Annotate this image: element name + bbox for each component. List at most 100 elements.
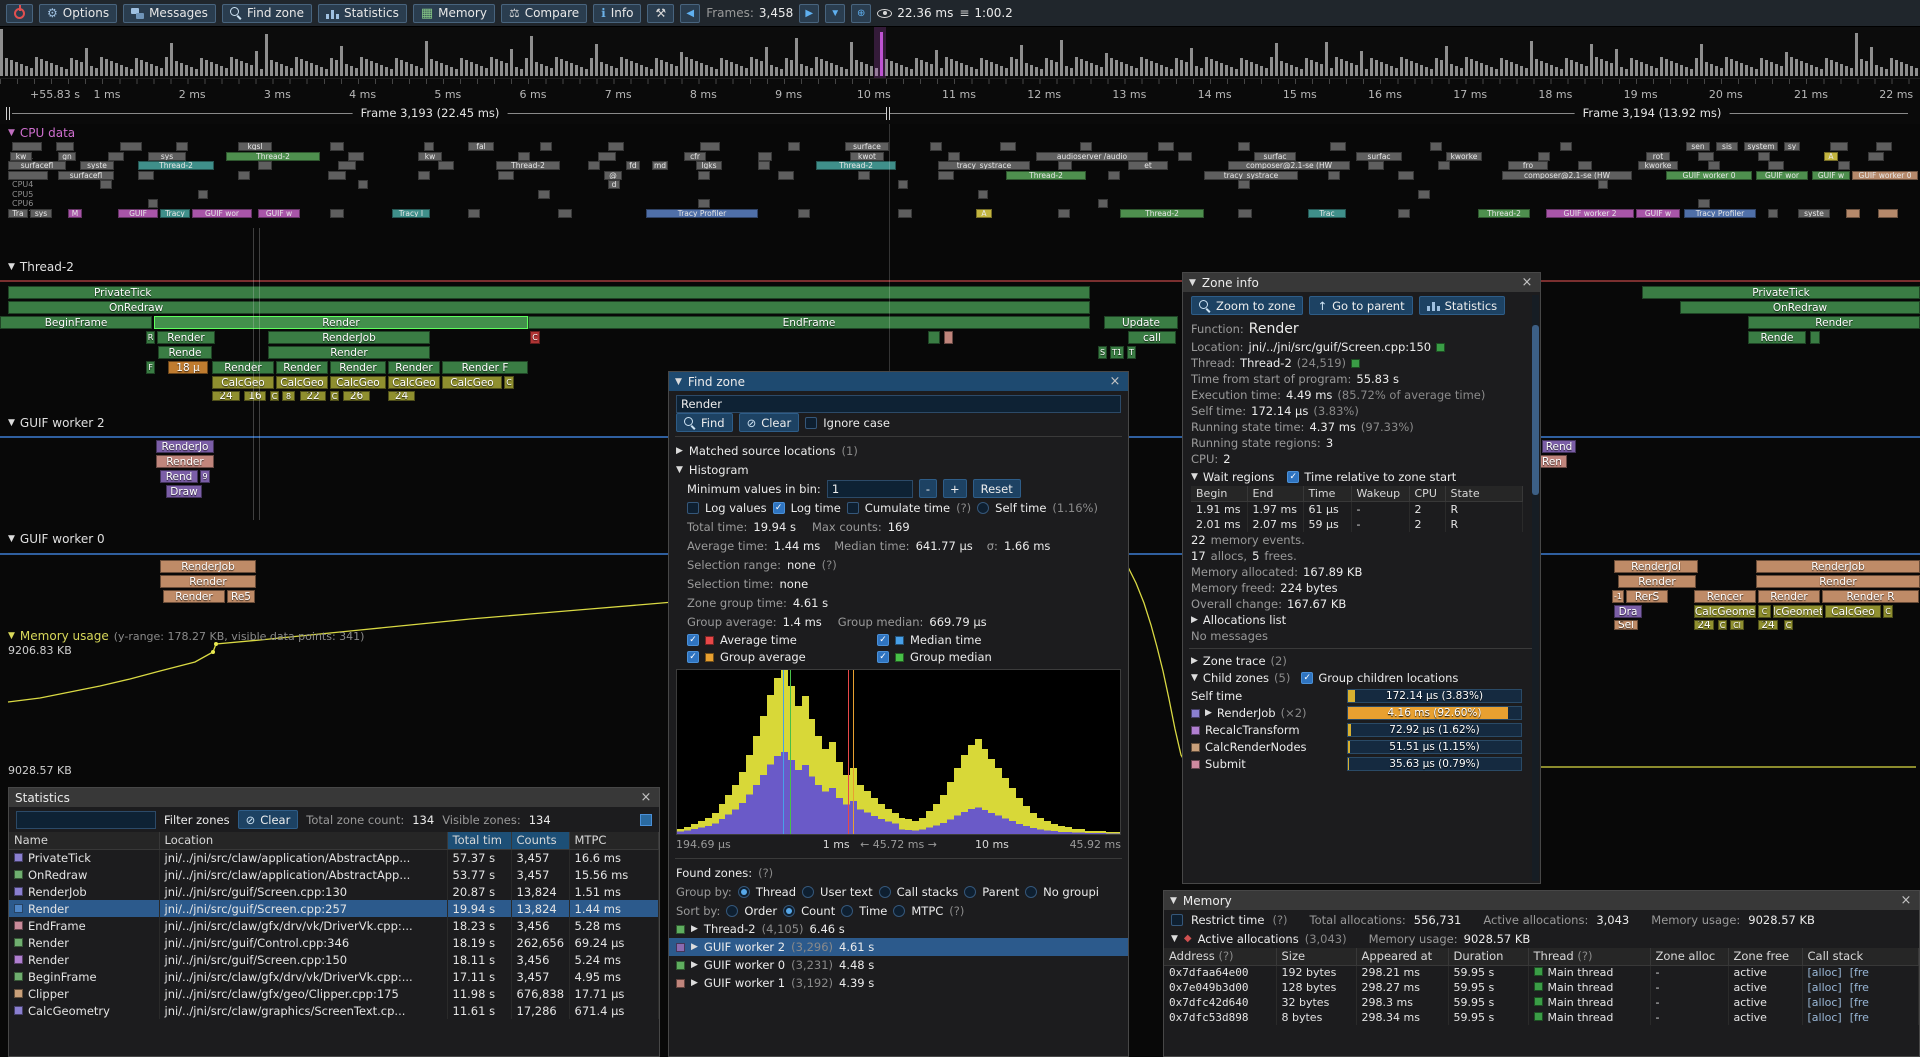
close-icon[interactable]: ×	[639, 790, 653, 805]
timeline-zone[interactable]: Render F	[442, 361, 528, 374]
cpu-zone[interactable]	[1238, 209, 1252, 218]
limit-to-view-checkbox[interactable]	[640, 814, 652, 826]
timeline-zone[interactable]: Update	[1104, 316, 1178, 329]
timeline-zone[interactable]: Render	[1618, 575, 1696, 588]
timeline-zone[interactable]: 18 µ	[168, 361, 208, 374]
expand-icon[interactable]: ▶	[691, 960, 698, 970]
timeline-zone[interactable]	[928, 331, 940, 344]
cpu-zone[interactable]	[608, 142, 624, 151]
cpu-zone[interactable]: M	[68, 209, 82, 218]
cpu-zone[interactable]	[1108, 171, 1120, 180]
child-zone-row[interactable]: Submit35.63 µs (0.79%)	[1183, 756, 1540, 773]
timeline-zone[interactable]: S	[1098, 346, 1107, 359]
relative-time-checkbox[interactable]: ✓	[1287, 471, 1299, 483]
zone-group-row[interactable]: ▶GUIF worker 1(3,192)4.39 s	[669, 974, 1128, 992]
collapse-icon[interactable]: ▼	[1191, 472, 1198, 482]
cpu-zone[interactable]: surfac	[1254, 152, 1296, 161]
expand-icon[interactable]: ▶	[1191, 615, 1198, 625]
expand-icon[interactable]: ▶	[691, 978, 698, 988]
zone-info-titlebar[interactable]: ▼ Zone info ×	[1183, 273, 1540, 292]
find-zone-search-input[interactable]	[676, 395, 1121, 413]
timeline-zone[interactable]: C	[1784, 620, 1793, 630]
active-allocations-section[interactable]: ▼ ◆ Active allocations (3,043) Memory us…	[1164, 929, 1919, 948]
thread-color-swatch[interactable]	[1351, 359, 1360, 368]
cpu-zone[interactable]	[258, 161, 272, 170]
cpu-zone[interactable]	[1758, 152, 1770, 161]
cpu-zone[interactable]	[1430, 142, 1442, 151]
column-header[interactable]: Zone alloc	[1650, 948, 1728, 965]
collapse-icon[interactable]: ▼	[8, 262, 15, 272]
cpu-zone[interactable]	[358, 180, 368, 189]
cpu-zone[interactable]	[418, 171, 430, 180]
find-button[interactable]: Find	[676, 413, 733, 432]
cpu-zone[interactable]: surfac	[1356, 152, 1402, 161]
cpu-zone[interactable]	[778, 171, 794, 180]
cpu-zone[interactable]	[468, 209, 480, 218]
timeline-zone[interactable]: CalcGeo	[388, 376, 440, 389]
cpu-zone[interactable]: md	[652, 161, 668, 170]
timeline-zone[interactable]: -1	[1612, 590, 1624, 603]
group-by-radio[interactable]	[738, 886, 750, 898]
timeline-zone[interactable]: Rend	[1542, 440, 1576, 453]
child-zone-row[interactable]: RecalcTransform72.92 µs (1.62%)	[1183, 722, 1540, 739]
column-header[interactable]: Location	[159, 832, 447, 849]
min-bin-increment[interactable]: +	[943, 479, 967, 498]
cpu-zone[interactable]	[858, 171, 870, 180]
free-callstack-link[interactable]: [fre	[1850, 996, 1869, 1009]
cpu-zone[interactable]: GUIF w	[258, 209, 300, 218]
reset-button[interactable]: Reset	[973, 479, 1021, 498]
cpu-zone[interactable]: Thread-2	[816, 161, 896, 170]
cpu-zone[interactable]	[348, 152, 364, 161]
cpu-zone[interactable]	[1768, 209, 1778, 218]
alloc-callstack-link[interactable]: [alloc]	[1808, 1011, 1842, 1024]
cpu-zone[interactable]: GUIF w	[1636, 209, 1680, 218]
scrollbar[interactable]	[1532, 295, 1539, 881]
cpu-zone[interactable]	[1698, 152, 1714, 161]
frames-row[interactable]: Frame 3,193 (22.45 ms)Frame 3,194 (13.92…	[0, 104, 1920, 124]
timeline-zone[interactable]: 9	[200, 470, 210, 483]
cpu-zone[interactable]: tracy_systrace	[1204, 171, 1298, 180]
cpu-zone[interactable]	[978, 190, 988, 199]
cpu-zone[interactable]: system	[1744, 142, 1778, 151]
timeline-zone[interactable]: EndFrame	[528, 316, 1090, 329]
zone-group-row[interactable]: ▶Thread-2(4,105)6.46 s	[669, 920, 1128, 938]
cpu-zone[interactable]: Tra	[8, 209, 28, 218]
table-row[interactable]: BeginFramejni/../jni/src/claw/gfx/drv/vk…	[9, 968, 659, 985]
sort-by-radio[interactable]	[783, 905, 795, 917]
matched-locations-section[interactable]: ▶ Matched source locations (1)	[669, 441, 1128, 460]
timeline-zone[interactable]: F	[146, 361, 155, 374]
cpu-zone[interactable]: Thread-2	[496, 161, 560, 170]
compare-button[interactable]: ⚖Compare	[501, 4, 587, 23]
find-zone-button[interactable]: Find zone	[222, 4, 312, 23]
cpu-zone[interactable]	[424, 142, 434, 151]
cpu-zone[interactable]	[788, 142, 800, 151]
timeline-zone[interactable]: Re5	[227, 590, 255, 603]
timeline-zone[interactable]: BeginFrame	[0, 316, 152, 329]
cpu-zone[interactable]: audioserver /audio	[1036, 152, 1148, 161]
collapse-icon[interactable]: ▼	[1189, 278, 1196, 288]
timeline-zone[interactable]: Rencer	[1694, 590, 1756, 603]
column-header[interactable]: CPU	[1409, 486, 1445, 502]
cpu-zone[interactable]: syste	[80, 161, 114, 170]
cpu-zone[interactable]: GUIF worker 0	[1666, 171, 1752, 180]
timeline-zone[interactable]: Render	[388, 361, 440, 374]
legend-checkbox[interactable]: ✓	[687, 634, 699, 646]
cpu-zone[interactable]	[8, 171, 48, 180]
cpu-zone[interactable]	[558, 209, 572, 218]
close-icon[interactable]: ×	[1108, 374, 1122, 389]
timeline-zone[interactable]: C	[530, 331, 540, 344]
memory-button[interactable]: ▦Memory	[413, 4, 495, 23]
cpu-zone[interactable]	[1178, 152, 1192, 161]
cpu-zone[interactable]: kworke	[1446, 152, 1482, 161]
column-header[interactable]: Time	[1303, 486, 1351, 502]
cpu-zone[interactable]	[1328, 171, 1340, 180]
cpu-zone[interactable]: sen	[1686, 142, 1710, 151]
cpu-zone[interactable]	[1330, 142, 1346, 151]
cpu-zone[interactable]: Thread-2	[1120, 209, 1204, 218]
thread-header[interactable]: ▼GUIF worker 2	[8, 416, 105, 430]
free-callstack-link[interactable]: [fre	[1850, 1011, 1869, 1024]
timeline-zone[interactable]: T1	[1110, 346, 1124, 359]
zone-group-row[interactable]: ▶GUIF worker 2(3,296)4.61 s	[669, 938, 1128, 956]
cpu-zone[interactable]	[698, 199, 710, 208]
cpu-zone[interactable]	[1398, 171, 1414, 180]
